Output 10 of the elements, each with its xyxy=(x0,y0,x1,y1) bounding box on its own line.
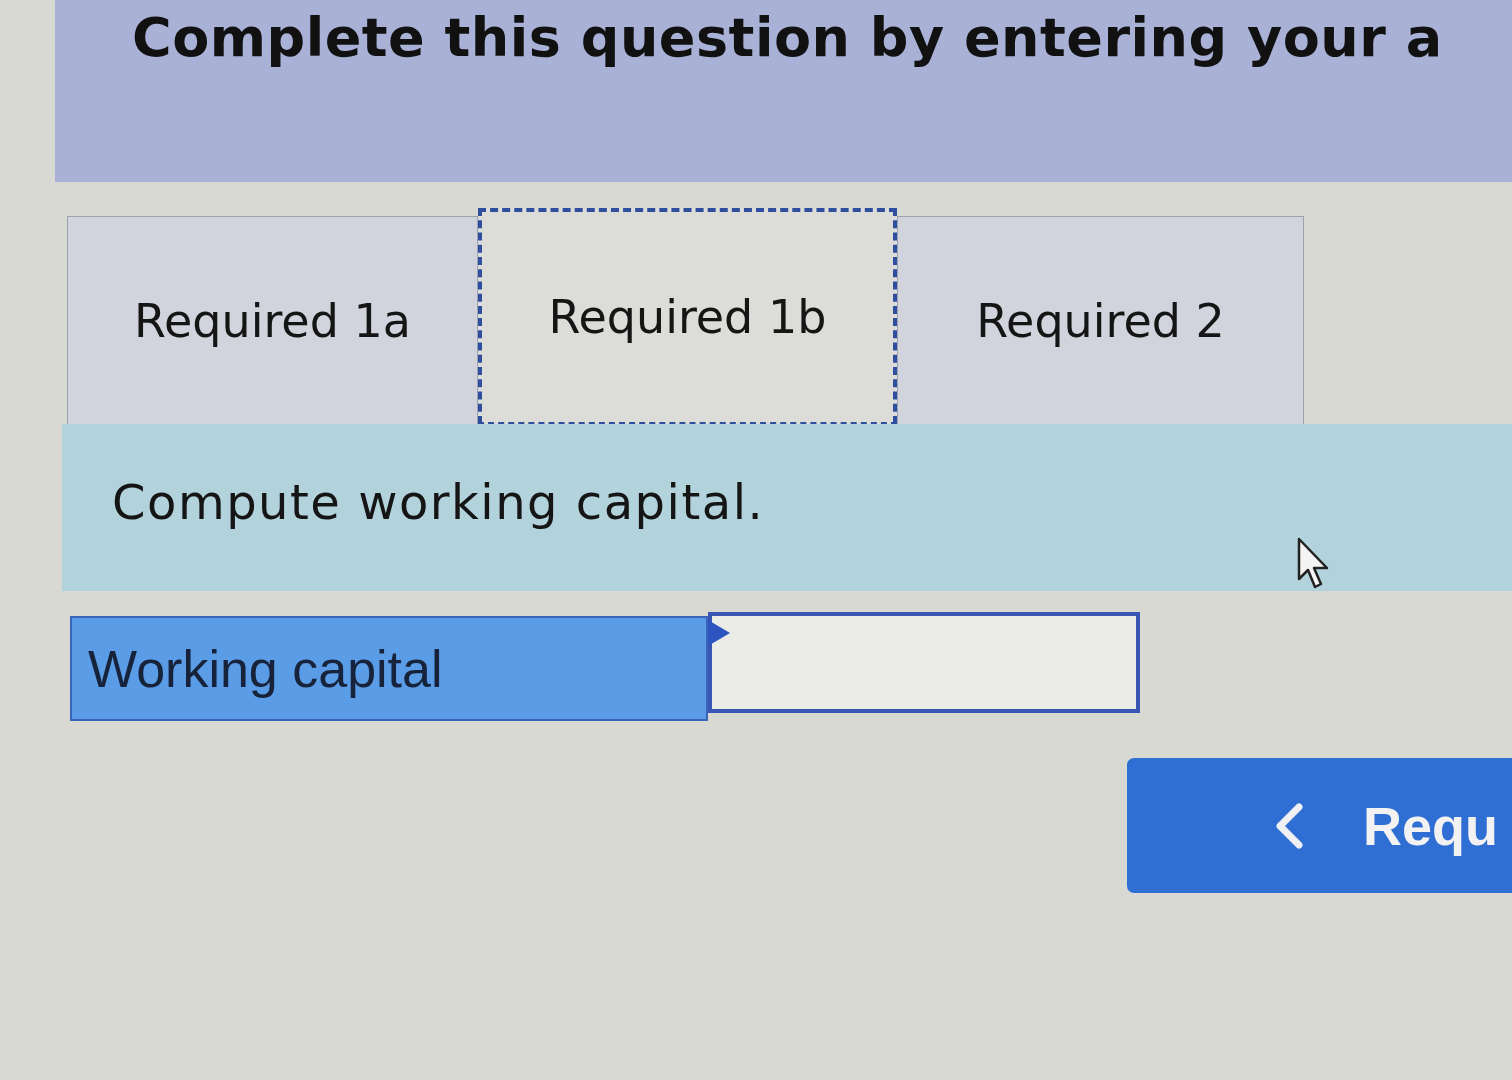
tab[interactable]: Required 2 xyxy=(897,216,1304,424)
mouse-pointer-icon xyxy=(1297,537,1329,591)
tab[interactable]: Required 1b xyxy=(478,208,897,424)
tab[interactable]: Required 1a xyxy=(67,216,478,424)
previous-button[interactable]: Requ xyxy=(1127,758,1512,893)
chevron-left-icon xyxy=(1273,802,1305,849)
question-title: Complete this question by entering your a xyxy=(132,6,1443,69)
answer-input[interactable] xyxy=(708,612,1140,713)
row-label: Working capital xyxy=(70,616,708,721)
instruction-text: Compute working capital. xyxy=(112,473,765,530)
